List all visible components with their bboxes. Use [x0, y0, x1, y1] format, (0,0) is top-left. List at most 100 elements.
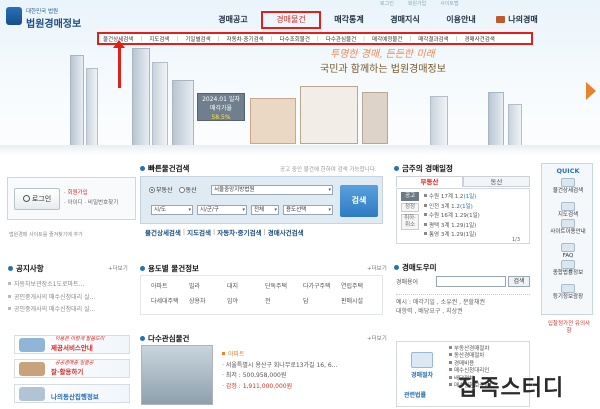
usage-more-link[interactable]: +더보기 — [367, 264, 387, 272]
sido-select[interactable]: 시/도 — [151, 205, 193, 215]
service-banner-label: 제공서비스안내 — [51, 344, 93, 352]
submenu-item[interactable]: 기일별검색 — [185, 35, 210, 43]
movable-banner[interactable]: 나의동산집행정보 — [14, 384, 130, 403]
building-illustration — [152, 62, 168, 155]
link-detail-search[interactable]: 물건상세검색 — [145, 227, 181, 237]
top-link[interactable]: 회원가입 — [408, 0, 426, 8]
nav-notice[interactable]: 경매공고 — [205, 11, 261, 29]
nav-statistics[interactable]: 매각통계 — [321, 11, 377, 29]
submenu-item[interactable]: 자동차·중기검색 — [227, 35, 264, 43]
usage-item[interactable]: 임야 — [227, 296, 265, 305]
court-select[interactable]: 서울중앙지방법원 — [211, 185, 333, 195]
submenu-item[interactable]: 매각예정물건 — [372, 35, 402, 43]
usage-item[interactable]: 전 — [265, 296, 303, 305]
quick-search-title-text: 빠른물건검색 — [148, 164, 190, 173]
usage-item[interactable]: 연립주택 — [341, 281, 379, 290]
schedule-row[interactable]: 인천 3계 1.2(1일) — [424, 203, 480, 213]
login-button[interactable]: 로그인 — [14, 188, 60, 210]
submenu-item[interactable]: 다수조회물건 — [280, 35, 310, 43]
usage-item[interactable]: 대지 — [227, 281, 265, 290]
property-appraisal: · 감정 : 1,911,000,000원 — [222, 382, 293, 390]
submenu-item[interactable]: 매각결과검색 — [418, 35, 448, 43]
tab-realestate[interactable]: 부동산 — [396, 176, 463, 187]
schedule-row[interactable]: 수원 16계 1.29(1일) — [424, 212, 480, 222]
quick-site-guide[interactable]: 사이트이용안내 — [546, 219, 590, 236]
site-logo[interactable]: 대한민국 법원 법원경매정보 — [6, 4, 116, 32]
nav-my-auction[interactable]: 나의경매 — [489, 11, 545, 29]
top-link[interactable]: 로그인 — [380, 0, 394, 8]
link-case-search[interactable]: 경매사건검색 — [268, 227, 304, 237]
schedule-row[interactable]: 평택 3계 1.29(1일) — [424, 222, 480, 232]
link-vehicle-search[interactable]: 자동차·중기검색 — [217, 227, 261, 237]
usage-item[interactable]: 아파트 — [151, 281, 189, 290]
interest-more-link[interactable]: +더보기 — [367, 334, 387, 342]
dictionary-example-line[interactable]: 예시 : 매각기일 , 소유권 , 분할채권 — [396, 298, 530, 307]
radio-movable[interactable]: 동산 — [178, 185, 197, 194]
notice-item[interactable]: 공인중개사의 매수신청대리 실... — [8, 292, 138, 305]
usage-banner-sub: 공공경매중 일괄공 — [55, 360, 94, 366]
submenu-item[interactable]: 경매사건검색 — [464, 35, 494, 43]
related-law-link[interactable]: 관련법률 — [404, 390, 426, 399]
usage-item[interactable]: 상용차 — [189, 296, 227, 305]
usage-title: 용도별 물건정보 — [140, 263, 199, 274]
quick-legal-info[interactable]: 종합법률정보 — [546, 260, 590, 277]
quick-detail-search[interactable]: 물건상세검색 — [546, 178, 590, 195]
sigungu-select[interactable]: 시/군/구 — [197, 205, 247, 215]
bidding-notice-link[interactable]: 입찰정가전 유의사항 — [546, 321, 592, 335]
schedule-pager[interactable]: 1/3 — [512, 237, 526, 243]
schedule-row[interactable]: 통영 3계 1.29(1일) — [424, 231, 480, 241]
nav-knowledge[interactable]: 경매지식 — [377, 11, 433, 29]
ground — [0, 145, 600, 155]
logo-title: 법원경매정보 — [26, 19, 82, 30]
schedule-row[interactable]: 수원 17계 1.2(1일) — [424, 193, 480, 203]
side-tab-correction[interactable]: 정정 — [401, 203, 419, 212]
radio-realestate[interactable]: 부동산 — [149, 185, 173, 194]
notice-more-link[interactable]: +더보기 — [108, 264, 128, 272]
tab-movable[interactable]: 동산 — [463, 176, 530, 187]
usage-item[interactable]: 다가구주택 — [303, 281, 341, 290]
interest-title: 다수관심물건 — [140, 333, 189, 344]
bullet-icon — [394, 265, 399, 270]
guide-icon — [561, 219, 575, 228]
category-select[interactable]: 전체 — [251, 205, 279, 215]
bullet-icon — [8, 266, 13, 271]
service-banner[interactable]: 이용은 이렇게 말씀드리 제공서비스안내 — [14, 335, 130, 354]
notice-item[interactable]: 자동차보관장소1도로마트... — [8, 279, 138, 292]
property-photo[interactable] — [141, 345, 213, 405]
nav-guide[interactable]: 이용안내 — [433, 11, 489, 29]
usage-item[interactable]: 다세대주택 — [151, 296, 189, 305]
search-button[interactable]: 검색 — [340, 185, 378, 217]
nav-auction-items[interactable]: 경매물건 — [261, 11, 321, 29]
notice-item[interactable]: 공인중개사의 매수신청대리 실... — [8, 304, 138, 317]
quick-registry[interactable]: 등기정보광장 — [546, 284, 590, 301]
join-link[interactable]: · 회원가입 — [64, 188, 88, 196]
next-arrow-icon[interactable] — [586, 82, 596, 100]
quick-faq[interactable]: FAQ — [546, 243, 590, 260]
dictionary-search-button[interactable]: 검색 — [508, 276, 530, 287]
dictionary-title-text: 경매도우미 — [402, 263, 437, 272]
find-id-link[interactable]: · 아이디 · 비밀번호찾기 — [64, 198, 118, 206]
usage-item[interactable]: 단독주택 — [265, 281, 303, 290]
dictionary-example-line[interactable]: 대항력 , 배당요구 , 지상권 — [396, 307, 530, 316]
procedure-link[interactable]: 경매절차 — [404, 352, 440, 386]
link-map-search[interactable]: 지도검색 — [187, 227, 211, 237]
usage-banner[interactable]: 공공경매중 일괄공 잘·활용하기 — [14, 359, 130, 378]
top-link[interactable]: 사이트맵 — [440, 0, 458, 8]
usage-select[interactable]: 용도선택 — [283, 205, 333, 215]
usage-item[interactable]: 판매시설 — [341, 296, 379, 305]
side-tab-cancel[interactable]: 취하·취소 — [401, 214, 419, 230]
law-icon — [561, 260, 575, 269]
submenu-item[interactable]: 다수관심물건 — [326, 35, 356, 43]
submenu-item[interactable]: 지도검색 — [149, 35, 169, 43]
procedure-item[interactable]: 동산경매절차 — [449, 353, 489, 360]
property-address[interactable]: · 서울특별시 용산구 회나무로13가길 16, 6... — [222, 361, 337, 372]
bookmark-note[interactable]: 법원경매 사이트를 즐겨찾기에 추가 — [9, 231, 83, 238]
usage-item[interactable]: 빌라 — [189, 281, 227, 290]
dictionary-input[interactable] — [436, 276, 506, 287]
side-tab-notice[interactable]: 공고 — [401, 192, 419, 201]
logo-subtitle: 대한민국 법원 — [26, 9, 59, 15]
quick-map-search[interactable]: 지도검색 — [546, 202, 590, 219]
map-icon — [561, 202, 575, 211]
slogan-main: 투명한 경매, 든든한 미래 — [330, 49, 435, 60]
usage-item[interactable]: 답 — [303, 296, 341, 305]
